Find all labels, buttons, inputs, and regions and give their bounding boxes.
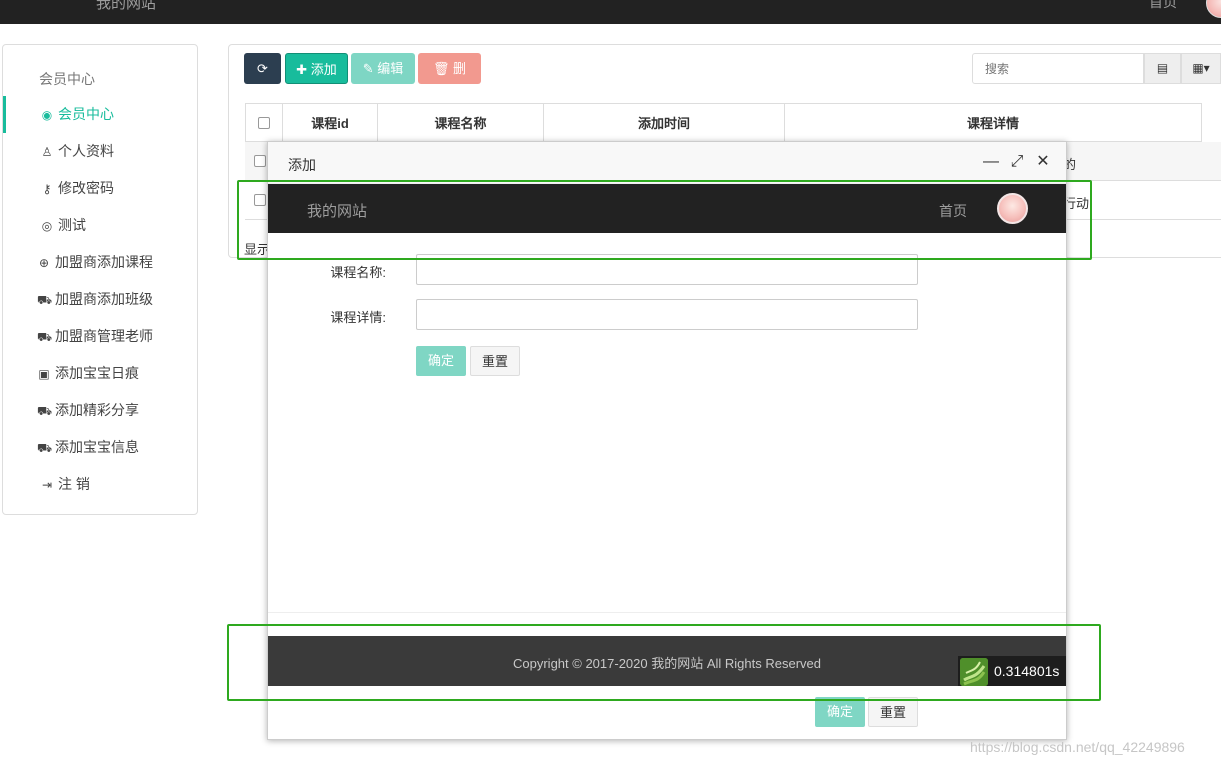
col-header-time[interactable]: 添加时间 bbox=[543, 103, 784, 142]
refresh-icon: ⟳ bbox=[257, 61, 268, 76]
col-header-id[interactable]: 课程id bbox=[282, 103, 377, 142]
list-icon: ▤ bbox=[1156, 61, 1169, 75]
course-name-label: 课程名称: bbox=[330, 265, 386, 280]
highlight-box-footer bbox=[227, 624, 1101, 701]
course-detail-label: 课程详情: bbox=[330, 310, 386, 325]
sidebar-item-label: 添加精彩分享 bbox=[55, 402, 139, 418]
compass-icon: ◎ bbox=[41, 219, 53, 233]
taxi-icon: ⛟ bbox=[37, 293, 53, 307]
sidebar-item-logout[interactable]: ⇥ 注 销 bbox=[3, 466, 197, 503]
nav-home-link[interactable]: 首页 bbox=[1149, 0, 1177, 12]
sidebar-item-baby-diary[interactable]: ▣ 添加宝宝日痕 bbox=[3, 355, 197, 392]
sidebar-item-member-center[interactable]: ◉ 会员中心 bbox=[3, 96, 197, 133]
search-input[interactable] bbox=[972, 53, 1144, 84]
watermark-text: https://blog.csdn.net/qq_42249896 bbox=[970, 739, 1185, 755]
dialog-title: 添加 bbox=[288, 157, 316, 173]
divider bbox=[268, 612, 1066, 613]
toggle-view-button[interactable]: ▤ bbox=[1144, 53, 1181, 84]
sidebar-item-test[interactable]: ◎ 测试 bbox=[3, 207, 197, 244]
form-confirm-button[interactable]: 确定 bbox=[416, 346, 466, 376]
select-all-header bbox=[245, 103, 282, 142]
sidebar-item-add-class[interactable]: ⛟ 加盟商添加班级 bbox=[3, 281, 197, 318]
grid-icon: ▦▾ bbox=[1192, 61, 1210, 75]
user-icon: ♙ bbox=[41, 145, 53, 159]
dialog-titlebar[interactable]: 添加 — ⤢ ✕ bbox=[268, 142, 1066, 184]
course-detail-input[interactable] bbox=[416, 299, 918, 330]
sidebar-item-manage-teachers[interactable]: ⛟ 加盟商管理老师 bbox=[3, 318, 197, 355]
edit-button[interactable]: ✎ 编辑 bbox=[351, 53, 415, 84]
sidebar-item-label: 添加宝宝日痕 bbox=[55, 365, 139, 381]
subway-icon: ▣ bbox=[38, 367, 50, 381]
sidebar-item-label: 会员中心 bbox=[58, 106, 114, 122]
sidebar-item-profile[interactable]: ♙ 个人资料 bbox=[3, 133, 197, 170]
taxi-icon: ⛟ bbox=[37, 404, 53, 418]
user-circle-icon: ◉ bbox=[41, 108, 53, 122]
sidebar-item-label: 加盟商管理老师 bbox=[55, 328, 153, 344]
row-checkbox[interactable] bbox=[254, 155, 266, 167]
sidebar-item-label: 添加宝宝信息 bbox=[55, 439, 139, 455]
sidebar-header: 会员中心 bbox=[39, 71, 95, 87]
sidebar-item-change-password[interactable]: ⚷ 修改密码 bbox=[3, 170, 197, 207]
close-icon[interactable]: ✕ bbox=[1034, 153, 1052, 171]
refresh-button[interactable]: ⟳ bbox=[244, 53, 281, 84]
sidebar-item-label: 注 销 bbox=[58, 476, 90, 492]
sign-out-icon: ⇥ bbox=[41, 478, 53, 492]
col-header-name[interactable]: 课程名称 bbox=[377, 103, 543, 142]
key-icon: ⚷ bbox=[42, 182, 52, 196]
dialog-reset-button[interactable]: 重置 bbox=[868, 697, 918, 727]
sidebar-item-label: 修改密码 bbox=[58, 180, 114, 196]
sidebar-item-baby-info[interactable]: ⛟ 添加宝宝信息 bbox=[3, 429, 197, 466]
highlight-box-navbar bbox=[237, 180, 1092, 260]
sidebar: 会员中心 ◉ 会员中心 ♙ 个人资料 ⚷ 修改密码 ◎ 测试 ⊕ 加盟商添加课程 ⛟ 加盟商… bbox=[2, 44, 198, 515]
taxi-icon: ⛟ bbox=[37, 330, 53, 344]
sidebar-item-label: 加盟商添加班级 bbox=[55, 291, 153, 307]
sidebar-item-label: 测试 bbox=[58, 217, 86, 233]
top-navbar: 我的网站 首页 bbox=[0, 0, 1221, 24]
life-ring-icon: ⊕ bbox=[38, 256, 50, 270]
sidebar-item-label: 个人资料 bbox=[58, 143, 114, 159]
col-header-detail[interactable]: 课程详情 bbox=[784, 103, 1202, 142]
select-all-checkbox[interactable] bbox=[258, 117, 270, 129]
site-brand[interactable]: 我的网站 bbox=[96, 0, 156, 13]
minimize-icon[interactable]: — bbox=[982, 153, 1000, 171]
sidebar-item-share[interactable]: ⛟ 添加精彩分享 bbox=[3, 392, 197, 429]
sidebar-item-label: 加盟商添加课程 bbox=[55, 254, 153, 270]
taxi-icon: ⛟ bbox=[37, 441, 53, 455]
add-button[interactable]: ✚ 添加 bbox=[285, 53, 348, 84]
sidebar-item-add-course[interactable]: ⊕ 加盟商添加课程 bbox=[3, 244, 197, 281]
dialog-confirm-button[interactable]: 确定 bbox=[815, 697, 865, 727]
columns-button[interactable]: ▦▾ bbox=[1181, 53, 1221, 84]
delete-button[interactable]: 🗑 删除 bbox=[418, 53, 481, 107]
avatar[interactable] bbox=[1206, 0, 1221, 18]
maximize-icon[interactable]: ⤢ bbox=[1008, 153, 1026, 171]
form-reset-button[interactable]: 重置 bbox=[470, 346, 520, 376]
